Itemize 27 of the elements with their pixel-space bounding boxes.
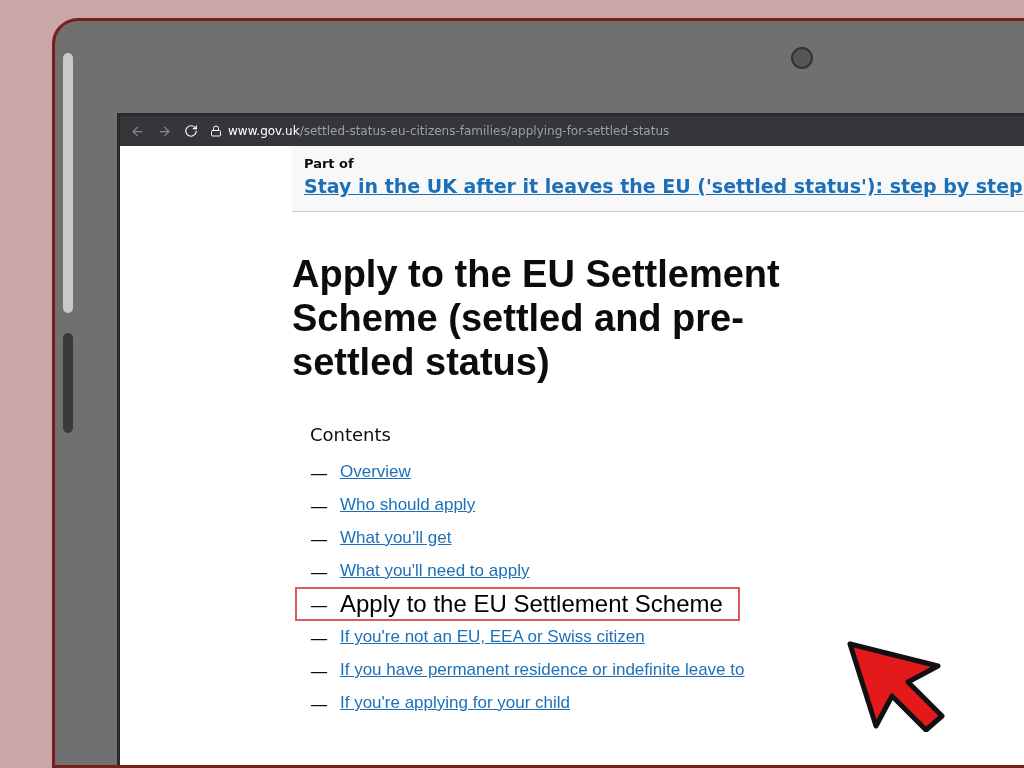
contents-heading: Contents xyxy=(310,424,392,445)
pointer-arrow-icon xyxy=(846,640,946,732)
dash-mark: — xyxy=(310,626,328,648)
page-title: Apply to the EU Settlement Scheme (settled and pre-settled status) xyxy=(292,252,781,384)
camera-icon xyxy=(791,47,813,69)
lock-icon xyxy=(210,125,222,137)
reload-icon[interactable] xyxy=(184,124,198,138)
dash-mark: — xyxy=(310,659,328,681)
contents-link[interactable]: Overview xyxy=(340,462,411,482)
step-by-step-link[interactable]: Stay in the UK after it leaves the EU ('settled status'): step by step xyxy=(304,175,1024,197)
dash-mark: — xyxy=(310,560,328,582)
address-bar[interactable]: www.gov.uk/settled-status-eu-citizens-families/applying-for-settled-status xyxy=(228,124,670,138)
dash-mark: — xyxy=(310,461,328,483)
dash-mark: — xyxy=(310,692,328,714)
dash-mark: — xyxy=(310,494,328,516)
part-of-label: Part of xyxy=(304,156,355,171)
contents-link[interactable]: If you have permanent residence or indefinite leave to xyxy=(340,660,745,680)
dash-mark: — xyxy=(310,593,328,615)
contents-link[interactable]: Apply to the EU Settlement Scheme xyxy=(340,590,723,618)
forward-icon[interactable] xyxy=(157,123,172,139)
contents-link[interactable]: If you're applying for your child xyxy=(340,693,571,713)
contents-link[interactable]: What you’ll get xyxy=(340,528,452,548)
contents-link[interactable]: Who should apply xyxy=(340,495,476,515)
contents-link[interactable]: What you'll need to apply xyxy=(340,561,530,581)
back-icon[interactable] xyxy=(130,123,145,139)
dash-mark: — xyxy=(310,527,328,549)
contents-link[interactable]: If you're not an EU, EEA or Swiss citizen xyxy=(340,627,645,647)
